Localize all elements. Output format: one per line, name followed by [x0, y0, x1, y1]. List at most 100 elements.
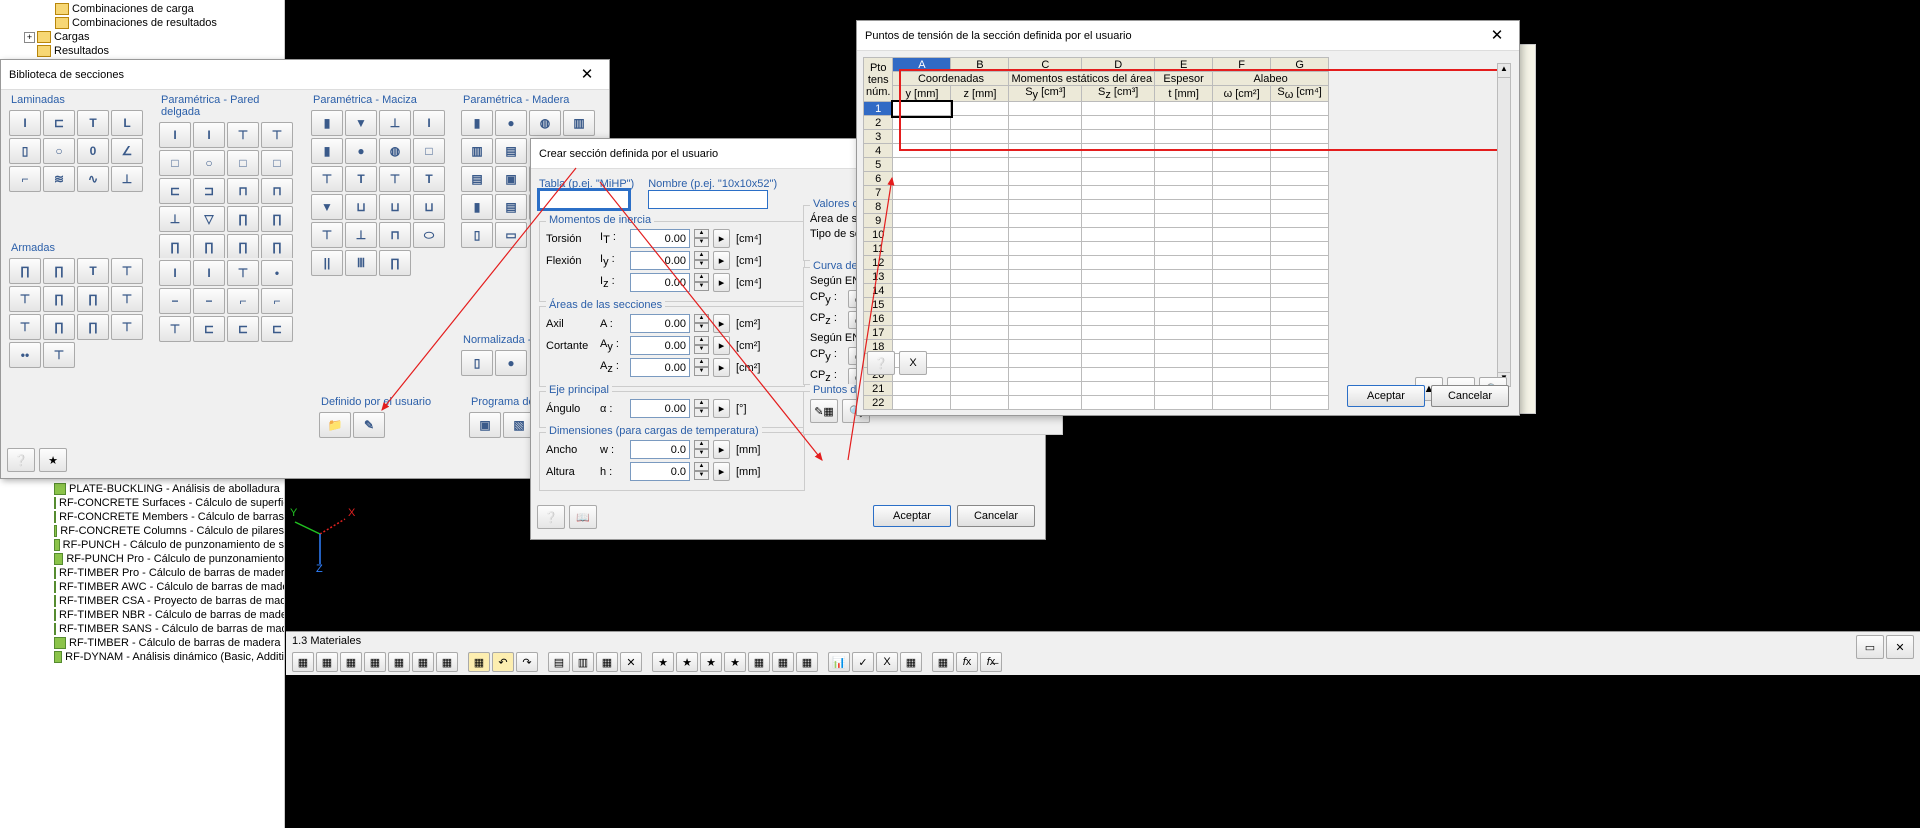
section-shape-button[interactable]: ⊐: [193, 178, 225, 204]
section-shape-button[interactable]: ⊏: [227, 316, 259, 342]
section-shape-button[interactable]: I: [159, 122, 191, 148]
section-shape-button[interactable]: ∏: [77, 314, 109, 340]
module-item[interactable]: RF-TIMBER AWC - Cálculo de barras de mad…: [42, 580, 284, 594]
tb-btn-15[interactable]: ★: [652, 652, 674, 672]
section-shape-button[interactable]: ⊓: [379, 222, 411, 248]
section-shape-button[interactable]: ⊤: [227, 122, 259, 148]
module-item[interactable]: RF-TIMBER NBR - Cálculo de barras de mad…: [42, 608, 284, 622]
dim-extra-1[interactable]: ▸: [713, 462, 730, 481]
section-shape-button[interactable]: 0: [77, 138, 109, 164]
section-shape-button[interactable]: ⊥: [111, 166, 143, 192]
section-shape-button[interactable]: ⬭: [413, 222, 445, 248]
section-shape-button[interactable]: ⊏: [159, 178, 191, 204]
excel-export-icon[interactable]: X: [899, 351, 927, 375]
tb-fx-clear-icon[interactable]: fx̶: [980, 652, 1002, 672]
module-item[interactable]: RF-PUNCH Pro - Cálculo de punzonamiento: [42, 552, 284, 566]
tb-btn-2[interactable]: ▦: [316, 652, 338, 672]
section-shape-button[interactable]: ⊥: [345, 222, 377, 248]
area-extra-0[interactable]: ▸: [713, 314, 730, 333]
section-shape-button[interactable]: ⊤: [159, 316, 191, 342]
section-shape-button[interactable]: ▮: [461, 110, 493, 136]
section-shape-button[interactable]: ▥: [461, 138, 493, 164]
section-shape-button[interactable]: ⊓: [261, 178, 293, 204]
help-icon[interactable]: ❔: [867, 351, 895, 375]
section-shape-button[interactable]: ⊤: [9, 314, 41, 340]
section-shape-button[interactable]: ◍: [529, 110, 561, 136]
tabla-input[interactable]: [539, 190, 629, 209]
section-shape-button[interactable]: ⊓: [227, 178, 259, 204]
section-shape-button[interactable]: ⊤: [311, 222, 343, 248]
area-extra-1[interactable]: ▸: [713, 336, 730, 355]
tb-btn-20[interactable]: ▦: [772, 652, 794, 672]
table-scrollbar[interactable]: ▲ ▼: [1497, 63, 1511, 387]
tb-btn-17[interactable]: ★: [700, 652, 722, 672]
module-item[interactable]: RF-CONCRETE Surfaces - Cálculo de superf…: [42, 496, 284, 510]
section-shape-button[interactable]: ∏: [261, 206, 293, 232]
cancelar-button[interactable]: Cancelar: [957, 505, 1035, 527]
tree-item[interactable]: Combinaciones de resultados: [4, 16, 280, 30]
section-shape-button[interactable]: ∏: [43, 286, 75, 312]
section-shape-button[interactable]: ∏: [159, 234, 191, 260]
section-shape-button[interactable]: I: [193, 260, 225, 286]
section-shape-button[interactable]: ••: [9, 342, 41, 368]
tb-btn-1[interactable]: ▦: [292, 652, 314, 672]
section-shape-button[interactable]: −: [193, 288, 225, 314]
program-section-1-button[interactable]: ▣: [469, 412, 501, 438]
section-shape-button[interactable]: ⌐: [9, 166, 41, 192]
section-shape-button[interactable]: ⊤: [111, 258, 143, 284]
tb-btn-10[interactable]: ↷: [516, 652, 538, 672]
momento-extra-2[interactable]: ▸: [713, 273, 730, 292]
tb-btn-23[interactable]: ✓: [852, 652, 874, 672]
section-shape-button[interactable]: ▥: [563, 110, 595, 136]
stress-points-edit-button[interactable]: ✎▦: [810, 399, 838, 423]
area-spinner-0[interactable]: ▲▼: [694, 314, 709, 333]
section-shape-button[interactable]: ◍: [379, 138, 411, 164]
section-shape-button[interactable]: ○: [43, 138, 75, 164]
section-shape-button[interactable]: ⊏: [43, 110, 75, 136]
tb-btn-7[interactable]: ▦: [436, 652, 458, 672]
section-shape-button[interactable]: ▮: [311, 110, 343, 136]
section-shape-button[interactable]: ⊏: [261, 316, 293, 342]
minimize-panel-icon[interactable]: ▭: [1856, 635, 1884, 659]
area-extra-2[interactable]: ▸: [713, 358, 730, 377]
favorites-icon[interactable]: ★: [39, 448, 67, 472]
section-shape-button[interactable]: ⌐: [227, 288, 259, 314]
section-shape-button[interactable]: ⊔: [345, 194, 377, 220]
section-shape-button[interactable]: ⊔: [413, 194, 445, 220]
momento-extra-1[interactable]: ▸: [713, 251, 730, 270]
section-shape-button[interactable]: ∏: [9, 258, 41, 284]
user-defined-edit-button[interactable]: ✎: [353, 412, 385, 438]
tb-btn-14[interactable]: ✕: [620, 652, 642, 672]
section-shape-button[interactable]: ▯: [461, 222, 493, 248]
section-shape-button[interactable]: ⊥: [159, 206, 191, 232]
module-item[interactable]: PLATE-BUCKLING - Análisis de abolladura: [42, 482, 284, 496]
section-shape-button[interactable]: ⊤: [111, 314, 143, 340]
section-shape-button[interactable]: ⊏: [193, 316, 225, 342]
tb-btn-9[interactable]: ↶: [492, 652, 514, 672]
section-shape-button[interactable]: I: [159, 260, 191, 286]
tb-btn-6[interactable]: ▦: [412, 652, 434, 672]
momento-spinner-2[interactable]: ▲▼: [694, 273, 709, 292]
section-shape-button[interactable]: ▣: [495, 166, 527, 192]
section-shape-button[interactable]: □: [159, 150, 191, 176]
module-item[interactable]: RF-TIMBER Pro - Cálculo de barras de mad…: [42, 566, 284, 580]
dim-input-1[interactable]: [630, 462, 690, 481]
section-shape-button[interactable]: □: [227, 150, 259, 176]
momento-input-0[interactable]: [630, 229, 690, 248]
section-shape-button[interactable]: ∏: [261, 234, 293, 260]
dim-input-0[interactable]: [630, 440, 690, 459]
section-shape-button[interactable]: ▭: [495, 222, 527, 248]
section-shape-button[interactable]: ⊤: [379, 166, 411, 192]
section-shape-button[interactable]: ●: [345, 138, 377, 164]
section-shape-button[interactable]: ▤: [495, 194, 527, 220]
area-input-2[interactable]: [630, 358, 690, 377]
aceptar-button[interactable]: Aceptar: [873, 505, 951, 527]
section-shape-button[interactable]: ▼: [311, 194, 343, 220]
momento-input-1[interactable]: [630, 251, 690, 270]
section-shape-button[interactable]: ||: [311, 250, 343, 276]
module-item[interactable]: RF-CONCRETE Columns - Cálculo de pilares: [42, 524, 284, 538]
section-shape-button[interactable]: ▯: [461, 350, 493, 376]
module-item[interactable]: RF-CONCRETE Members - Cálculo de barras: [42, 510, 284, 524]
section-shape-button[interactable]: ∏: [227, 234, 259, 260]
tb-btn-18[interactable]: ★: [724, 652, 746, 672]
